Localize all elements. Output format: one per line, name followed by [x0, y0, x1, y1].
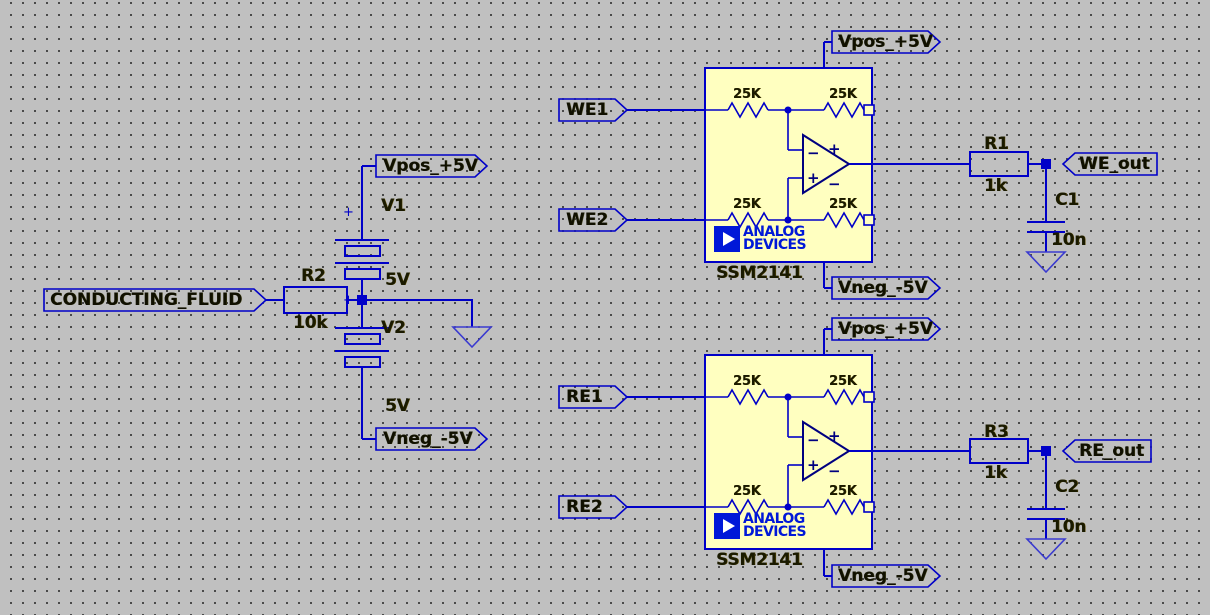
port-label-conducting-fluid[interactable]: CONDUCTING_FLUID: [50, 292, 242, 309]
u2-ad-triangle-mark: [714, 513, 740, 539]
ground-symbol-c1: [1025, 251, 1067, 274]
polarity-v2: +: [343, 293, 354, 308]
designator-c2: C2: [1055, 477, 1079, 497]
u1-analog-devices-logo: ANALOG DEVICES: [714, 225, 807, 253]
port-label-vneg-u2[interactable]: Vneg_-5V: [838, 568, 928, 585]
port-label-we-out[interactable]: WE_out: [1079, 156, 1150, 173]
u1-opamp-in-plus: +: [807, 169, 820, 187]
port-label-re1[interactable]: RE1: [566, 389, 603, 406]
designator-r3: R3: [984, 422, 1009, 442]
u2-opamp-out-plus: +: [828, 427, 841, 445]
port-label-vpos-u2[interactable]: Vpos_+5V: [838, 321, 933, 338]
u1-res-label-bottomleft: 25K: [733, 197, 761, 212]
u2-pin-top-right: [863, 391, 875, 403]
battery-v1-symbol: [335, 239, 389, 300]
u1-ad-triangle-mark: [714, 226, 740, 252]
designator-c1: C1: [1055, 190, 1079, 210]
port-label-we1[interactable]: WE1: [566, 102, 608, 119]
u2-node-top: [784, 393, 792, 401]
designator-r2: R2: [301, 266, 326, 286]
u2-opamp-out-minus: −: [828, 462, 841, 480]
wire-vpos-supply-to-v1: [361, 165, 376, 240]
value-r3: 1k: [984, 463, 1007, 483]
designator-v2: V2: [381, 318, 406, 338]
u1-res-label-topright: 25K: [829, 87, 857, 102]
value-r1: 1k: [984, 176, 1007, 196]
u1-res-label-topleft: 25K: [733, 87, 761, 102]
u1-pin-top-right: [863, 104, 875, 116]
value-r2: 10k: [293, 313, 328, 333]
u2-node-bottom: [784, 503, 792, 511]
wire-u2-vneg: [823, 549, 832, 577]
u2-analog-devices-logo: ANALOG DEVICES: [714, 512, 807, 540]
u2-res-label-topleft: 25K: [733, 374, 761, 389]
resistor-r3-symbol: [955, 438, 1046, 464]
u1-node-top: [784, 106, 792, 114]
u1-opamp-out-plus: +: [828, 140, 841, 158]
port-label-vneg-u1[interactable]: Vneg_-5V: [838, 280, 928, 297]
u1-ad-text-line2: DEVICES: [743, 237, 807, 253]
wire-supply-to-ground: [362, 299, 473, 327]
u1-res-label-bottomright: 25K: [829, 197, 857, 212]
ground-symbol-c2: [1025, 538, 1067, 561]
u1-pin-bottom-right: [863, 214, 875, 226]
u2-opamp-in-plus: +: [807, 456, 820, 474]
ground-symbol-supply: [451, 326, 493, 349]
polarity-v1: +: [343, 205, 354, 220]
port-label-re2[interactable]: RE2: [566, 499, 603, 516]
u2-opamp-in-minus: −: [807, 431, 820, 449]
resistor-r1-symbol: [955, 151, 1046, 177]
wire-u1-vneg: [823, 262, 832, 289]
port-label-vpos-supply[interactable]: Vpos_+5V: [383, 158, 478, 175]
value-c1: 10n: [1051, 230, 1087, 250]
part-label-u1: SSM2141: [716, 263, 803, 283]
wire-u1-vpos: [823, 41, 832, 68]
schematic-canvas[interactable]: CONDUCTING_FLUID WE1 WE2 RE1 RE2 Vpos_+5…: [0, 0, 1210, 615]
u1-opamp-out-minus: −: [828, 175, 841, 193]
value-v2: 5V: [385, 396, 410, 416]
u1-node-bottom: [784, 216, 792, 224]
port-label-vpos-u1[interactable]: Vpos_+5V: [838, 34, 933, 51]
port-label-we2[interactable]: WE2: [566, 212, 608, 229]
value-v1: 5V: [385, 270, 410, 290]
port-label-re-out[interactable]: RE_out: [1079, 443, 1144, 460]
port-label-vneg-supply[interactable]: Vneg_-5V: [383, 431, 473, 448]
value-c2: 10n: [1051, 517, 1087, 537]
u2-ad-text-line2: DEVICES: [743, 524, 807, 540]
wire-u2-vpos: [823, 328, 832, 355]
part-label-u2: SSM2141: [716, 550, 803, 570]
u2-res-label-bottomright: 25K: [829, 484, 857, 499]
designator-r1: R1: [984, 134, 1009, 154]
u2-res-label-bottomleft: 25K: [733, 484, 761, 499]
designator-v1: V1: [381, 196, 406, 216]
u2-pin-bottom-right: [863, 501, 875, 513]
u2-res-label-topright: 25K: [829, 374, 857, 389]
u1-opamp-in-minus: −: [807, 144, 820, 162]
